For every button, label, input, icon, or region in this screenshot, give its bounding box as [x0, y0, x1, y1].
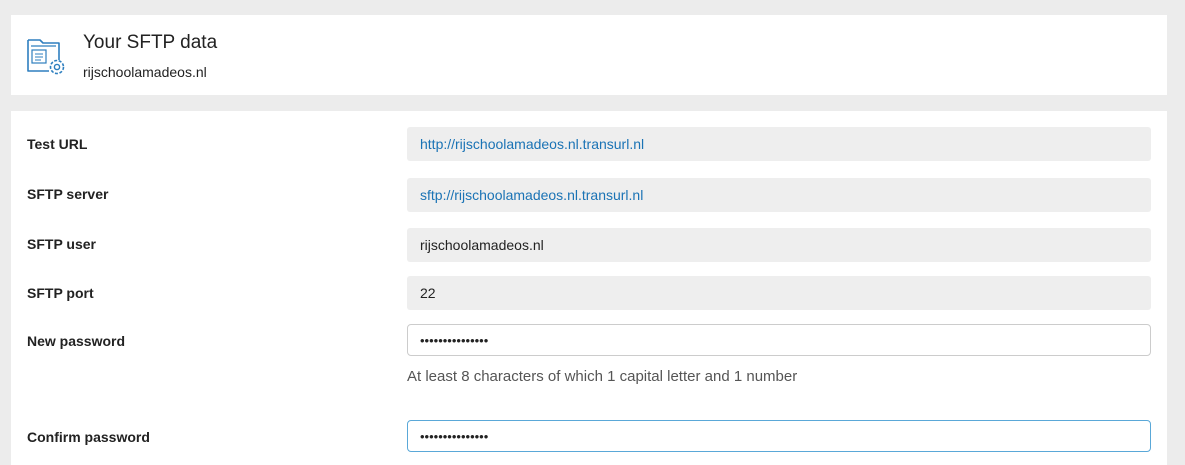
sftp-port-value: 22 — [407, 276, 1151, 310]
new-password-label: New password — [27, 333, 126, 349]
new-password-field[interactable] — [407, 324, 1151, 356]
password-hint: At least 8 characters of which 1 capital… — [407, 368, 798, 385]
test-url-label: Test URL — [27, 136, 88, 152]
sftp-header-card: Your SFTP data rijschoolamadeos.nl — [11, 15, 1167, 95]
sftp-server-label: SFTP server — [27, 186, 109, 202]
confirm-password-field[interactable] — [407, 420, 1151, 452]
sftp-server-link[interactable]: sftp://rijschoolamadeos.nl.transurl.nl — [407, 178, 1151, 212]
page-subtitle: rijschoolamadeos.nl — [83, 64, 207, 80]
page-title: Your SFTP data — [83, 32, 218, 53]
confirm-password-label: Confirm password — [27, 429, 150, 445]
sftp-port-label: SFTP port — [27, 285, 94, 301]
sftp-form-card: Test URL http://rijschoolamadeos.nl.tran… — [11, 111, 1167, 465]
folder-settings-icon — [27, 39, 65, 75]
sftp-user-value: rijschoolamadeos.nl — [407, 228, 1151, 262]
test-url-link[interactable]: http://rijschoolamadeos.nl.transurl.nl — [407, 127, 1151, 161]
sftp-user-label: SFTP user — [27, 236, 96, 252]
